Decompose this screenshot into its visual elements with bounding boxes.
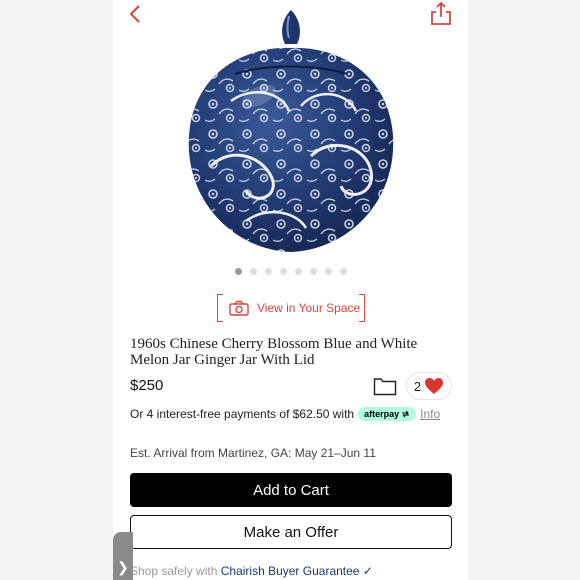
add-to-collection-button[interactable] <box>373 376 397 398</box>
bracket-right <box>359 294 365 322</box>
check-icon: ✓ <box>362 564 373 578</box>
folder-icon <box>373 378 397 396</box>
left-margin <box>0 0 113 580</box>
right-margin <box>468 0 580 580</box>
make-offer-button[interactable]: Make an Offer <box>130 515 452 549</box>
product-image[interactable] <box>171 6 411 260</box>
guarantee-prefix: Shop safely with <box>130 564 218 578</box>
gallery-dot[interactable] <box>234 268 242 275</box>
view-in-space-button[interactable]: View in Your Space <box>217 294 365 322</box>
gallery-dot[interactable] <box>249 268 257 275</box>
chevron-left-icon <box>129 5 140 23</box>
add-to-cart-button[interactable]: Add to Cart <box>130 473 452 507</box>
guarantee-link[interactable]: Chairish Buyer Guarantee <box>221 564 360 578</box>
product-title: 1960s Chinese Cherry Blossom Blue and Wh… <box>130 336 418 368</box>
afterpay-info-link[interactable]: Info <box>420 407 440 421</box>
buyer-guarantee: Shop safely with Chairish Buyer Guarante… <box>130 564 373 578</box>
gallery-dot[interactable] <box>294 268 302 275</box>
afterpay-badge: afterpay <box>358 407 417 421</box>
afterpay-line: Or 4 interest-free payments of $62.50 wi… <box>130 407 440 421</box>
chevron-right-icon: ❯ <box>117 559 129 575</box>
share-icon <box>431 1 451 25</box>
share-button[interactable] <box>428 0 454 26</box>
gallery-dot[interactable] <box>309 268 317 275</box>
afterpay-text: Or 4 interest-free payments of $62.50 wi… <box>130 407 355 421</box>
favorite-count: 2 <box>413 378 422 394</box>
view-in-space-label: View in Your Space <box>257 301 361 315</box>
heart-icon <box>425 378 444 394</box>
product-screen: View in Your Space 1960s Chinese Cherry … <box>113 0 468 580</box>
gallery-dot[interactable] <box>279 268 287 275</box>
gallery-dot[interactable] <box>339 268 347 275</box>
camera-icon <box>229 300 249 316</box>
afterpay-badge-label: afterpay <box>364 409 400 419</box>
bracket-left <box>217 294 223 322</box>
estimated-arrival: Est. Arrival from Martinez, GA: May 21–J… <box>130 446 376 460</box>
favorite-button[interactable]: 2 <box>406 372 452 400</box>
product-price: $250 <box>130 377 164 394</box>
drawer-handle[interactable]: ❯ <box>113 532 133 580</box>
gallery-dot[interactable] <box>324 268 332 275</box>
gallery-dots <box>113 268 468 275</box>
afterpay-arrows-icon <box>402 410 410 418</box>
back-button[interactable] <box>123 2 147 26</box>
gallery-dot[interactable] <box>264 268 272 275</box>
